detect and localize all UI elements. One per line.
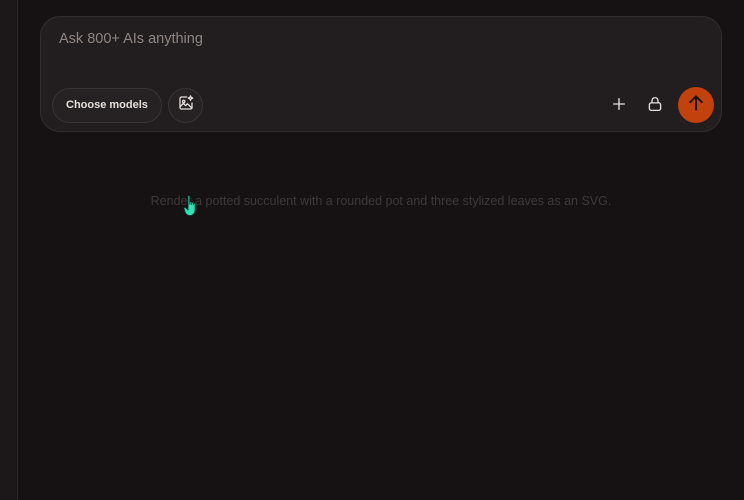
lock-icon	[646, 95, 664, 118]
arrow-up-icon	[686, 93, 706, 118]
private-mode-button[interactable]	[643, 94, 667, 118]
prompt-composer: Choose models	[40, 16, 722, 132]
prompt-input[interactable]	[59, 29, 679, 49]
image-sparkle-icon	[177, 94, 195, 117]
add-attachment-button[interactable]	[607, 94, 631, 118]
app-page: Choose models	[0, 0, 744, 500]
choose-models-button[interactable]: Choose models	[52, 88, 162, 123]
suggestion-text[interactable]: Render a potted succulent with a rounded…	[40, 194, 722, 208]
left-rail	[0, 0, 18, 500]
image-generation-button[interactable]	[168, 88, 203, 123]
hand-pointer-icon	[181, 194, 201, 218]
send-button[interactable]	[678, 87, 714, 123]
plus-icon	[611, 96, 627, 117]
